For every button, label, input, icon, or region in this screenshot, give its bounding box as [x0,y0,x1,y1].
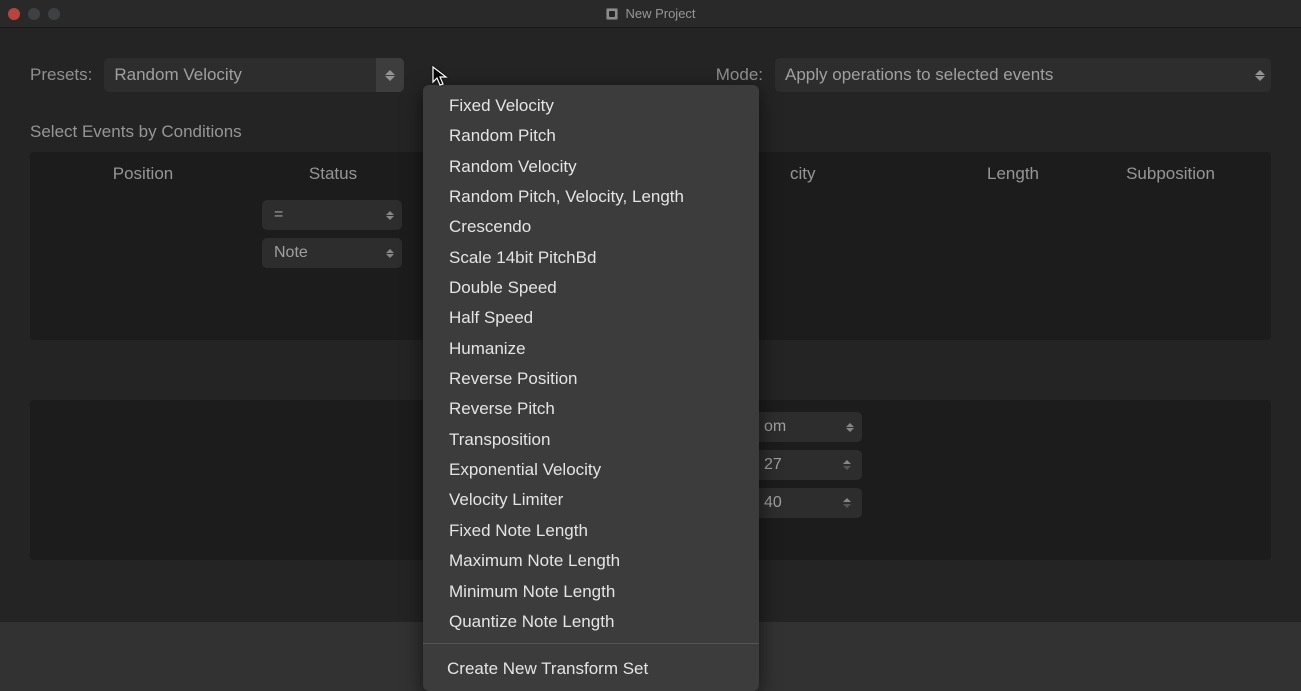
presets-menu-item[interactable]: Random Velocity [423,152,759,182]
presets-dropdown-menu[interactable]: Fixed VelocityRandom PitchRandom Velocit… [423,85,759,691]
mode-label: Mode: [716,65,763,85]
presets-menu-item[interactable]: Maximum Note Length [423,546,759,576]
presets-menu-item[interactable]: Reverse Position [423,364,759,394]
mode-select[interactable]: Apply operations to selected events [775,58,1271,92]
chevron-down-icon [846,428,854,432]
document-icon [605,7,619,21]
window-controls [8,8,60,20]
status-value-select[interactable]: Note [262,238,402,268]
col-velocity-header: city [790,164,816,184]
col-status-header: Status [238,164,428,184]
stepper-down-icon[interactable] [843,466,851,470]
value1-text: 27 [764,456,782,474]
zoom-window-button[interactable] [48,8,60,20]
presets-menu-item[interactable]: Crescendo [423,212,759,242]
chevron-up-icon [386,211,394,215]
close-window-button[interactable] [8,8,20,20]
presets-menu-item[interactable]: Transposition [423,425,759,455]
presets-menu-item[interactable]: Half Speed [423,303,759,333]
create-new-transform-set[interactable]: Create New Transform Set [423,650,759,691]
value2-text: 40 [764,494,782,512]
chevron-up-icon [386,249,394,253]
presets-menu-item[interactable]: Fixed Velocity [423,91,759,121]
col-position-header: Position [48,164,238,184]
status-operator-select[interactable]: = [262,200,402,230]
presets-menu-item[interactable]: Random Pitch, Velocity, Length [423,182,759,212]
operation-type-value: om [764,418,786,436]
chevron-down-icon [386,254,394,258]
window-title: New Project [625,6,695,21]
presets-menu-item[interactable]: Humanize [423,334,759,364]
operation-type-select[interactable]: om [752,412,862,442]
presets-menu-item[interactable]: Minimum Note Length [423,577,759,607]
value1-field[interactable]: 27 [752,450,862,480]
chevron-up-icon [1255,70,1265,75]
value2-field[interactable]: 40 [752,488,862,518]
presets-label: Presets: [30,65,92,85]
chevron-up-icon [385,70,395,75]
menu-separator [423,643,759,644]
chevron-up-icon [846,423,854,427]
stepper-up-icon[interactable] [843,498,851,502]
presets-menu-item[interactable]: Velocity Limiter [423,485,759,515]
col-length-header: Length [938,164,1088,184]
presets-select-button[interactable] [376,58,404,92]
col-subposition-header: Subposition [1088,164,1253,184]
minimize-window-button[interactable] [28,8,40,20]
presets-menu-item[interactable]: Exponential Velocity [423,455,759,485]
window-titlebar: New Project [0,0,1301,28]
presets-menu-item[interactable]: Double Speed [423,273,759,303]
chevron-down-icon [1255,76,1265,81]
mode-select-value: Apply operations to selected events [775,65,1255,85]
stepper-down-icon[interactable] [843,504,851,508]
presets-select-value: Random Velocity [104,65,376,85]
presets-menu-item[interactable]: Fixed Note Length [423,516,759,546]
presets-menu-item[interactable]: Quantize Note Length [423,607,759,637]
presets-menu-item[interactable]: Reverse Pitch [423,394,759,424]
status-value-text: Note [274,244,308,262]
presets-menu-item[interactable]: Scale 14bit PitchBd [423,243,759,273]
stepper-up-icon[interactable] [843,460,851,464]
presets-select[interactable]: Random Velocity [104,58,404,92]
status-operator-value: = [274,206,283,224]
presets-menu-item[interactable]: Random Pitch [423,121,759,151]
chevron-down-icon [385,76,395,81]
chevron-down-icon [386,216,394,220]
